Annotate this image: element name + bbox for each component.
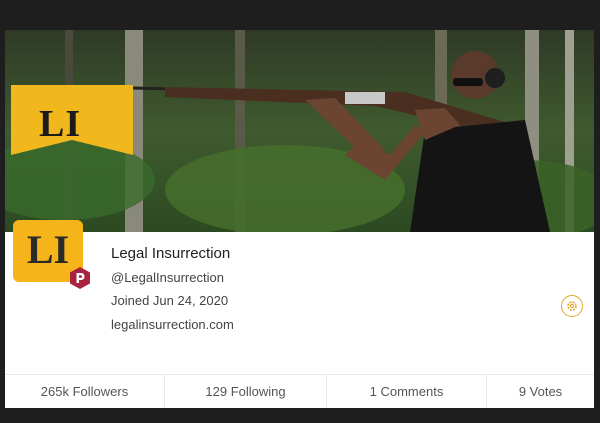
website-link[interactable]: legalinsurrection.com [111,317,234,332]
joined-date: Joined Jun 24, 2020 [111,293,229,308]
settings-button[interactable] [561,295,583,317]
profile-card: LI LI Legal Insurrection @LegalInsurrect… [5,30,594,408]
banner-photo [5,30,594,232]
stat-followers[interactable]: 265k Followers [5,375,165,408]
profile-handle: @LegalInsurrection [111,270,224,285]
profile-banner: LI [5,30,594,232]
stat-following[interactable]: 129 Following [165,375,327,408]
stats-bar: 265k Followers 129 Following 1 Comments … [5,374,594,408]
gear-icon [567,301,577,311]
flag-logo: LI [39,103,82,145]
stat-comments[interactable]: 1 Comments [327,375,487,408]
stat-votes[interactable]: 9 Votes [487,375,594,408]
profile-name: Legal Insurrection [111,245,231,262]
parler-p-icon [69,266,91,290]
